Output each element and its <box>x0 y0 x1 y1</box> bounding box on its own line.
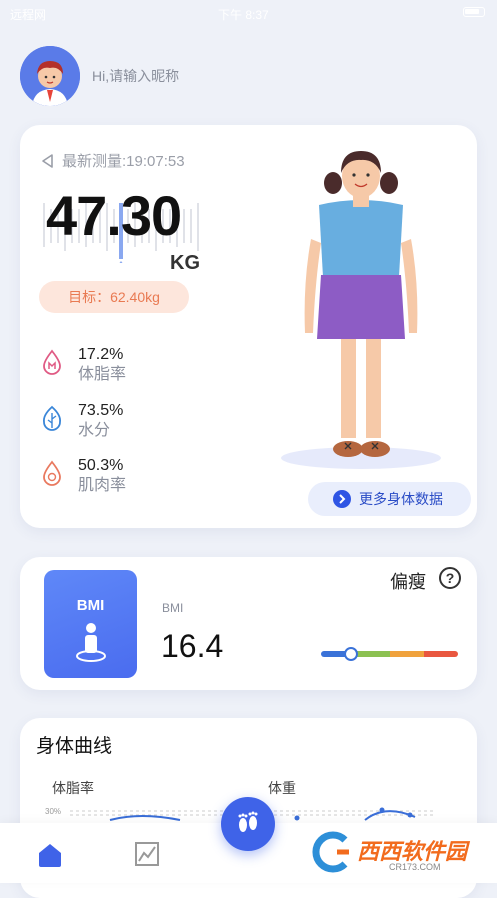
triangle-icon <box>42 153 53 168</box>
home-icon[interactable] <box>36 841 64 869</box>
measurement-card: 最新测量:19:07:53 47.30 KG 目标：62.40kg 17.2% … <box>20 125 477 528</box>
avatar[interactable] <box>20 46 80 106</box>
metric-water[interactable]: 73.5% 水分 <box>40 401 123 441</box>
bmi-card[interactable]: BMI BMI 16.4 偏瘦 ? <box>20 557 477 690</box>
muscle-drop-icon <box>43 460 61 486</box>
status-time: 下午 8:37 <box>218 8 269 22</box>
water-leaf-icon <box>43 405 61 431</box>
battery-icon <box>463 7 485 17</box>
bmi-scale-segment <box>423 651 458 657</box>
latest-measurement: 最新测量:19:07:53 <box>40 150 185 171</box>
watermark-logo-icon <box>312 831 349 873</box>
muscle-value: 50.3% <box>78 457 124 474</box>
body-fat-label: 体脂率 <box>78 366 127 383</box>
arrow-right-icon <box>333 490 351 508</box>
water-value: 73.5% <box>78 402 124 419</box>
water-label: 水分 <box>78 422 111 439</box>
muscle-label: 肌肉率 <box>78 477 127 494</box>
bmi-value: 16.4 <box>161 628 224 664</box>
bmi-scale-segment <box>355 651 390 657</box>
curve-body-fat-label: 体脂率 <box>52 780 94 796</box>
chart-icon[interactable] <box>133 840 161 868</box>
bmi-scale-bar <box>321 651 458 657</box>
body-fat-value: 17.2% <box>78 346 124 363</box>
status-bar: 远程网 下午 8:37 <box>0 0 497 26</box>
bmi-badge-title: BMI <box>76 597 105 614</box>
site-watermark: 西西软件园 CR173.COM <box>309 830 479 876</box>
footprints-icon <box>238 811 258 832</box>
weight-unit: KG <box>170 252 200 274</box>
latest-measurement-label: 最新测量:19:07:53 <box>62 153 185 170</box>
carrier-label: 远程网 <box>10 8 47 22</box>
greeting[interactable]: Hi,请输入昵称 <box>20 46 179 106</box>
body-curve-title: 身体曲线 <box>36 736 113 757</box>
bmi-status: 偏瘦 <box>390 572 426 592</box>
weight-value: 47.30 <box>46 184 182 247</box>
watermark-sub: CR173.COM <box>389 862 441 872</box>
bmi-small-label: BMI <box>162 601 184 615</box>
body-figure-illustration <box>281 151 441 469</box>
more-body-data-button[interactable]: 更多身体数据 <box>308 482 471 516</box>
greeting-text[interactable]: Hi,请输入昵称 <box>92 66 179 86</box>
help-icon[interactable]: ? <box>439 567 461 589</box>
more-body-data-label: 更多身体数据 <box>359 491 443 507</box>
metric-body-fat[interactable]: 17.2% 体脂率 <box>40 345 126 385</box>
bmi-scale-segment <box>389 651 424 657</box>
body-fat-drop-icon <box>43 349 61 375</box>
curve-tick-label: 30% <box>45 807 61 816</box>
bmi-scale-indicator <box>344 647 359 661</box>
person-icon <box>76 623 106 662</box>
curve-weight-label: 体重 <box>268 780 296 796</box>
measure-fab-button[interactable] <box>221 797 275 851</box>
metric-muscle[interactable]: 50.3% 肌肉率 <box>40 456 126 496</box>
bmi-badge: BMI <box>44 570 137 678</box>
target-weight-badge[interactable]: 目标：62.40kg <box>39 281 189 313</box>
